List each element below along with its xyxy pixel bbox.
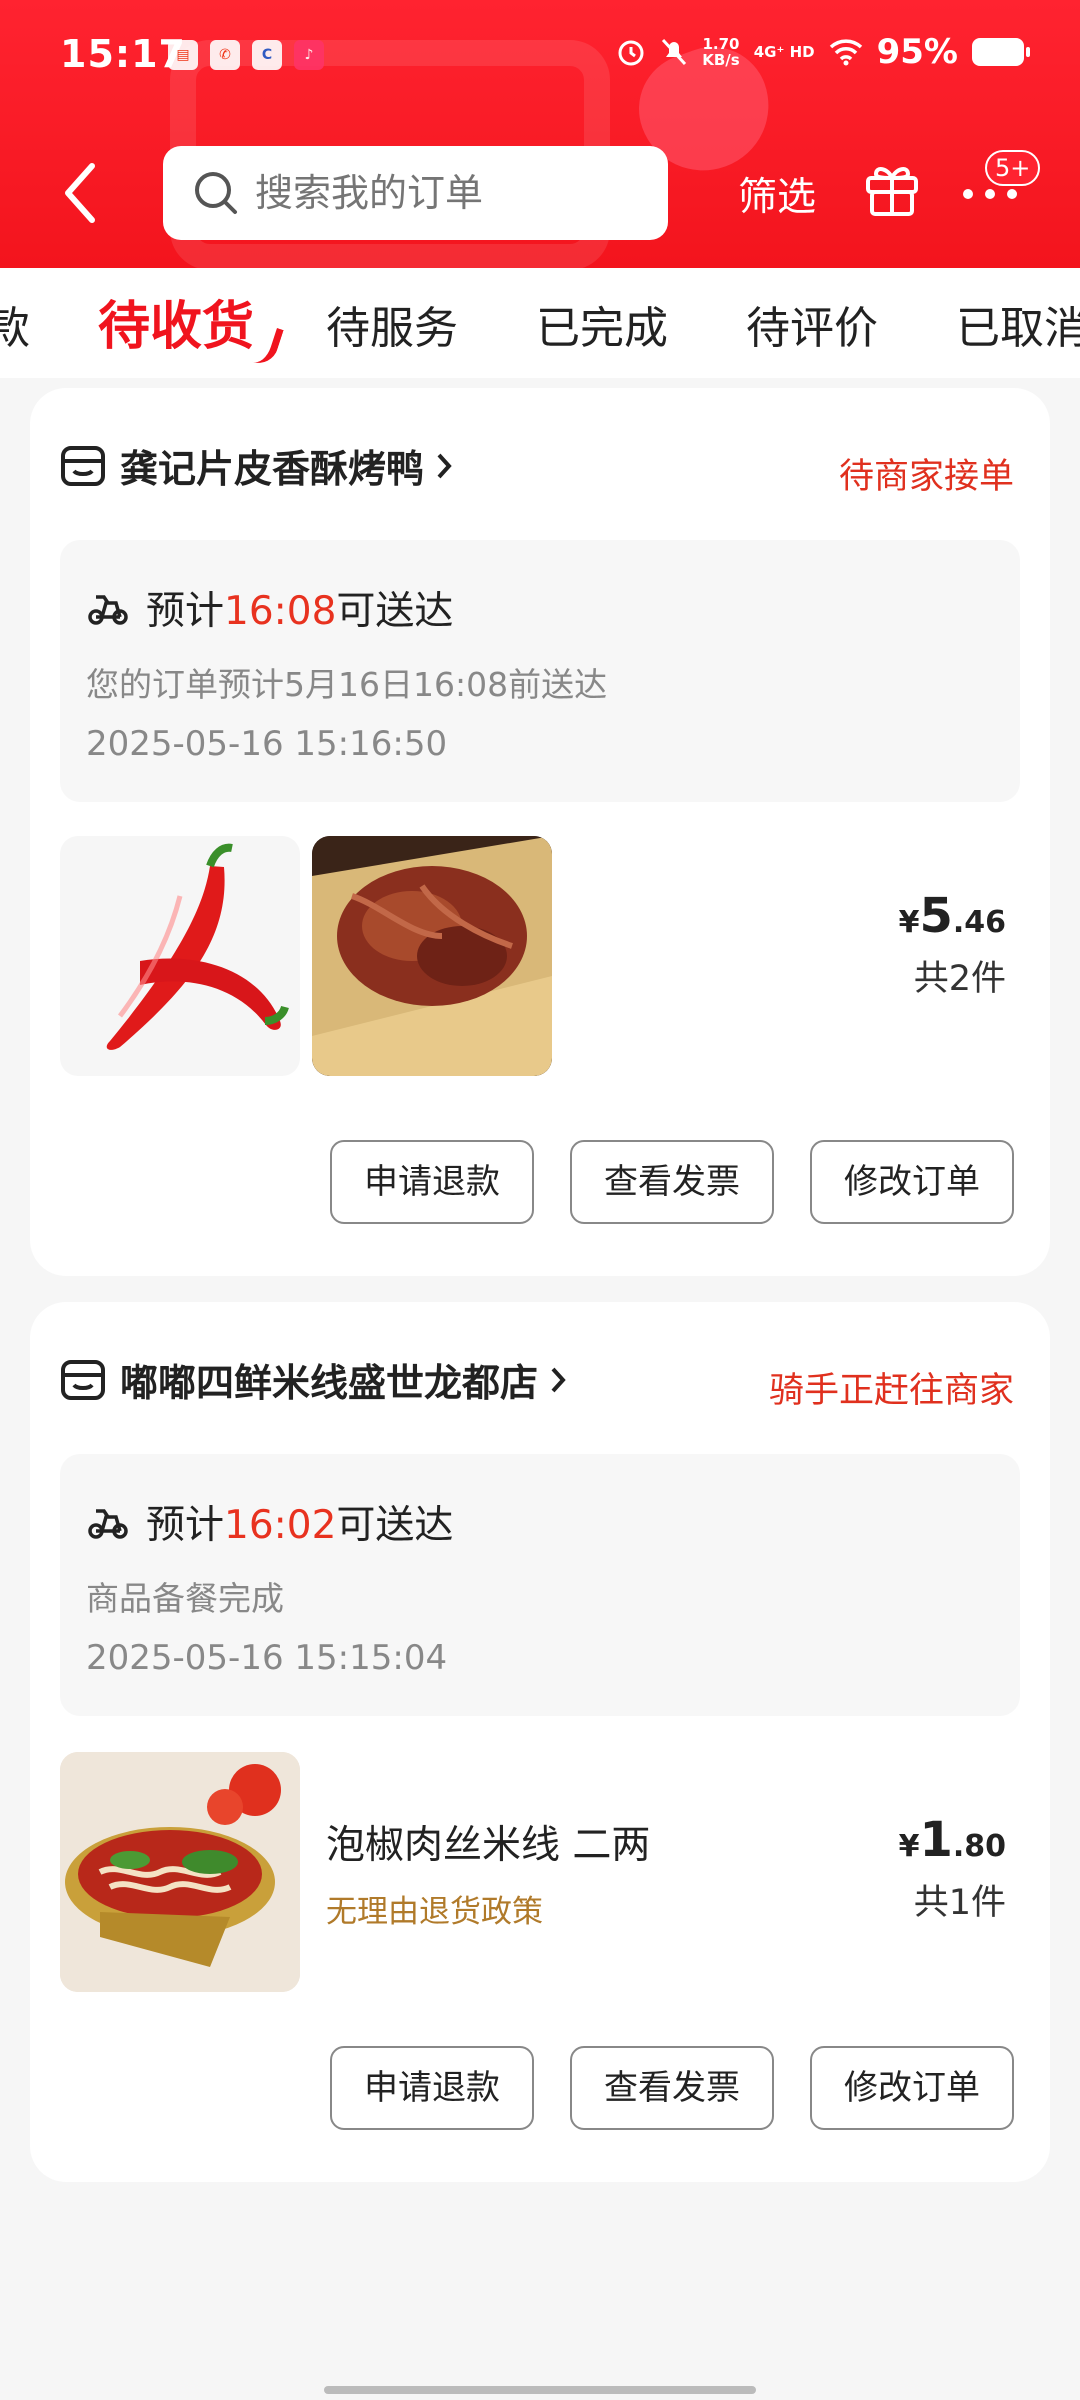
network-type: 4G⁺ HD [753,43,815,61]
header: 15:17 ▤ ✆ C ♪ 1.70KB/s 4G⁺ HD 95% 筛选 [0,0,1080,268]
eta-row: 预计16:08可送达 [86,580,453,636]
order-tabs: 款 待收货 待服务 已完成 待评价 已取消 [0,268,1080,378]
delivery-detail: 商品备餐完成 [86,1579,284,1618]
return-policy: 无理由退货政策 [326,1894,543,1930]
wifi-icon [829,39,862,66]
network-speed: 1.70 KB/s [702,35,740,69]
app-notification-icon: ▤ [168,40,198,70]
order-timestamp: 2025-05-16 15:15:04 [86,1638,448,1678]
store-name: 龚记片皮香酥烤鸭 [120,447,425,491]
store-icon [61,1359,105,1400]
eta-text: 预计16:02可送达 [146,1503,454,1548]
product-image-chili[interactable] [60,836,300,1076]
eta-time: 16:08 [224,589,337,634]
alarm-icon [618,40,644,66]
delivery-info[interactable]: 预计16:02可送达 商品备餐完成 2025-05-16 15:15:04 [60,1454,1020,1716]
eta-time: 16:02 [224,1503,337,1548]
app-notification-icon: ♪ [294,40,324,70]
battery-icon [972,38,1030,66]
modify-order-button[interactable]: 修改订单 [810,1140,1014,1224]
notification-icons: ▤ ✆ C ♪ [168,40,324,70]
order-card[interactable]: 嘟嘟四鲜米线盛世龙都店 骑手正赶往商家 预计16:02可送达 商品备餐完成 20… [30,1302,1050,2182]
product-image-duck[interactable] [312,836,552,1076]
search-icon [195,172,237,214]
gift-icon[interactable] [860,156,924,220]
item-count: 共2件 [913,959,1006,999]
delivery-scooter-icon [88,595,128,625]
product-image-noodles[interactable] [60,1752,300,1992]
item-count: 共1件 [913,1883,1006,1923]
search-input[interactable] [255,171,655,215]
tab-completed[interactable]: 已完成 [536,292,668,356]
order-status: 骑手正赶往商家 [768,1371,1014,1411]
store-name: 嘟嘟四鲜米线盛世龙都店 [120,1361,539,1405]
tab-pending-receipt[interactable]: 待收货 [98,284,254,359]
tab-pending-review[interactable]: 待评价 [746,292,878,356]
chili-pepper-image [106,843,289,1050]
order-status: 待商家接单 [838,457,1014,497]
view-invoice-button[interactable]: 查看发票 [570,1140,774,1224]
active-tab-indicator [252,323,284,369]
view-invoice-button[interactable]: 查看发票 [570,2046,774,2130]
store-link[interactable]: 龚记片皮香酥烤鸭 [60,438,454,493]
delivery-detail: 您的订单预计5月16日16:08前送达 [86,665,608,704]
mute-icon [662,38,687,66]
refund-button[interactable]: 申请退款 [330,2046,534,2130]
delivery-scooter-icon [88,1509,128,1539]
tab-refund[interactable]: 款 [0,292,30,356]
chevron-right-icon [437,453,452,478]
store-icon [61,445,105,486]
filter-button[interactable]: 筛选 [738,166,816,222]
delivery-info[interactable]: 预计16:08可送达 您的订单预计5月16日16:08前送达 2025-05-1… [60,540,1020,802]
battery-percent: 95% [876,32,958,72]
store-link[interactable]: 嘟嘟四鲜米线盛世龙都店 [60,1352,568,1407]
message-badge: 5+ [985,150,1041,186]
modify-order-button[interactable]: 修改订单 [810,2046,1014,2130]
tab-pending-service[interactable]: 待服务 [326,292,458,356]
order-card[interactable]: 龚记片皮香酥烤鸭 待商家接单 预计16:08可送达 您的订单预计5月16日16:… [30,388,1050,1276]
missed-call-icon: ✆ [210,40,240,70]
chevron-right-icon [551,1367,566,1392]
status-right: 1.70 KB/s 4G⁺ HD 95% [616,32,1030,72]
status-bar: 15:17 ▤ ✆ C ♪ 1.70 KB/s 4G⁺ HD 95% [0,0,1080,120]
refund-button[interactable]: 申请退款 [330,1140,534,1224]
eta-text: 预计16:08可送达 [146,589,454,634]
roast-duck-image [312,836,552,1076]
back-arrow-icon[interactable] [60,158,100,228]
eta-row: 预计16:02可送达 [86,1494,453,1550]
rice-noodle-bowl-image [60,1752,300,1992]
app-notification-icon: C [252,40,282,70]
home-indicator[interactable] [324,2386,756,2394]
item-name[interactable]: 泡椒肉丝米线 二两 [326,1814,650,1870]
order-price: ¥5.46 共2件 [898,888,1006,999]
order-price: ¥1.80 共1件 [898,1812,1006,1923]
order-timestamp: 2025-05-16 15:16:50 [86,724,448,764]
search-bar[interactable] [163,146,668,240]
tab-cancelled[interactable]: 已取消 [956,292,1080,356]
